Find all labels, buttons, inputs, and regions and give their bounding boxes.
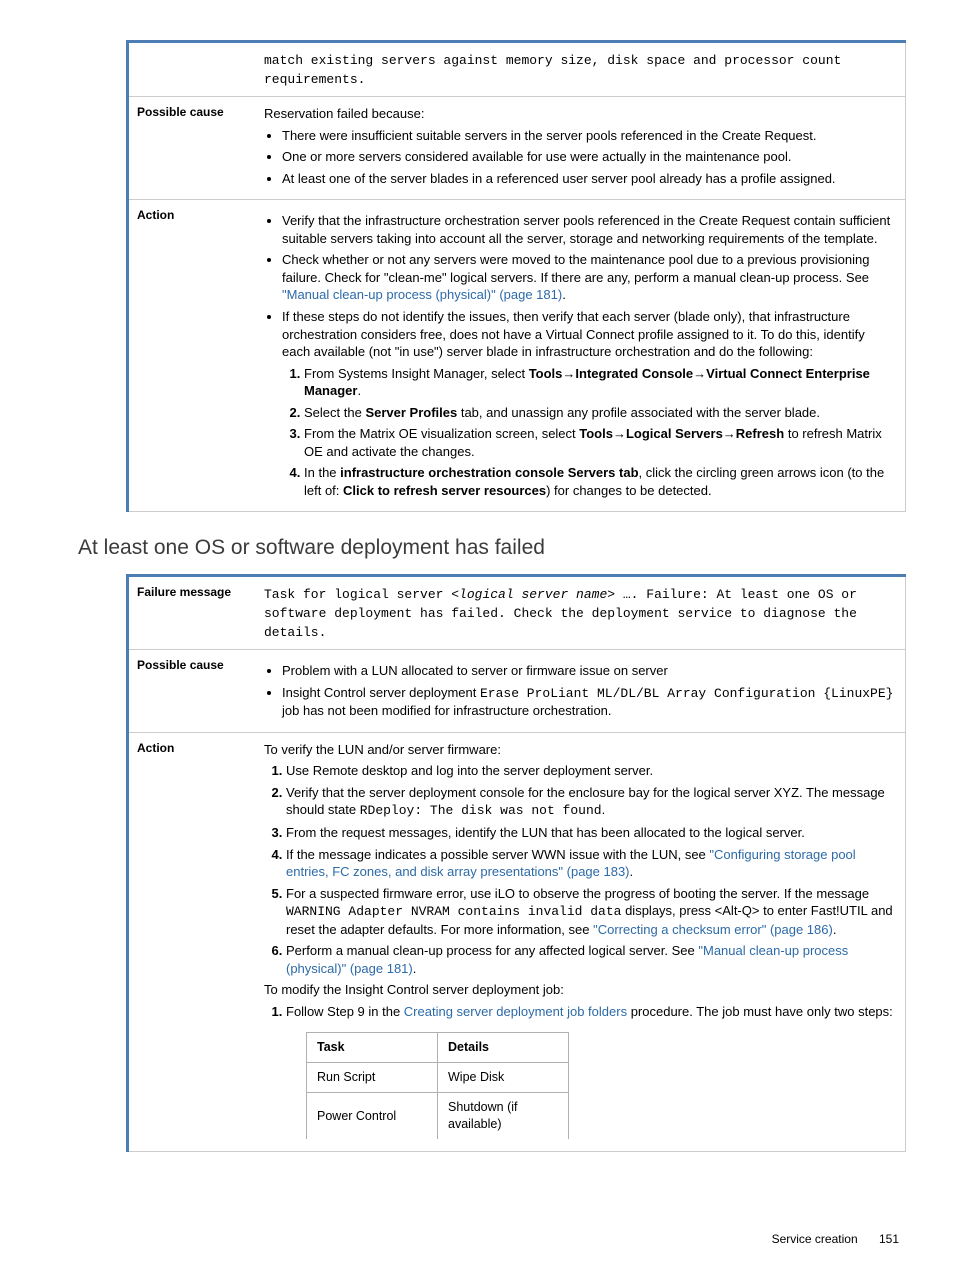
fm-pre: Task for logical server	[264, 587, 451, 602]
troubleshoot-table-1: match existing servers against memory si…	[126, 40, 906, 512]
action-bullet-2: Check whether or not any servers were mo…	[282, 251, 895, 304]
cause-intro: Reservation failed because:	[264, 105, 895, 123]
action-cell: Verify that the infrastructure orchestra…	[258, 200, 906, 512]
cause2-b2: Insight Control server deployment Erase …	[282, 684, 895, 720]
a2s5-code: WARNING Adapter NVRAM contains invalid d…	[286, 904, 621, 919]
action-bullet-3: If these steps do not identify the issue…	[282, 308, 895, 499]
s4-b2: Click to refresh server resources	[343, 483, 546, 498]
a2s6-pre: Perform a manual clean-up process for an…	[286, 943, 698, 958]
footer-page-number: 151	[879, 1232, 899, 1246]
a2s4-pre: If the message indicates a possible serv…	[286, 847, 709, 862]
s4-post: ) for changes to be detected.	[546, 483, 712, 498]
job-r1c2: Wipe Disk	[438, 1063, 569, 1093]
a2s2-post: .	[602, 802, 606, 817]
cause-bullet-3: At least one of the server blades in a r…	[282, 170, 895, 188]
a2-step-4: If the message indicates a possible serv…	[286, 846, 895, 881]
a2-step-3: From the request messages, identify the …	[286, 824, 895, 842]
action-step-1: From Systems Insight Manager, select Too…	[304, 365, 895, 400]
page: match existing servers against memory si…	[0, 0, 954, 1271]
ab3-text: If these steps do not identify the issue…	[282, 309, 865, 359]
s3-arr2: →	[723, 426, 736, 441]
job-steps-table: Task Details Run Script Wipe Disk Power …	[306, 1032, 569, 1139]
s3-b3: Refresh	[736, 426, 784, 441]
s1-pre: From Systems Insight Manager, select	[304, 366, 529, 381]
action-step-2: Select the Server Profiles tab, and unas…	[304, 404, 895, 422]
c2b2-post: job has not been modified for infrastruc…	[282, 703, 612, 718]
s3-b1: Tools	[579, 426, 613, 441]
action-label: Action	[128, 200, 259, 512]
a2s4-post: .	[630, 864, 634, 879]
action2-intro2: To modify the Insight Control server dep…	[264, 981, 895, 999]
s1-arr1: →	[562, 366, 575, 381]
a2s5-pre: For a suspected firmware error, use iLO …	[286, 886, 869, 901]
ab2-pre: Check whether or not any servers were mo…	[282, 252, 870, 285]
action-bullet-1: Verify that the infrastructure orchestra…	[282, 212, 895, 247]
section-heading: At least one OS or software deployment h…	[78, 536, 906, 560]
s1-post: .	[357, 383, 361, 398]
action2-intro1: To verify the LUN and/or server firmware…	[264, 741, 895, 759]
c2b2-code: Erase ProLiant ML/DL/BL Array Configurat…	[480, 686, 893, 701]
a2s6-post: .	[413, 961, 417, 976]
job-th-details: Details	[438, 1033, 569, 1063]
s3-b2: Logical Servers	[626, 426, 723, 441]
empty-label	[128, 42, 259, 97]
create-job-folders-link[interactable]: Creating server deployment job folders	[404, 1004, 627, 1019]
job-r1c1: Run Script	[307, 1063, 438, 1093]
s3-pre: From the Matrix OE visualization screen,…	[304, 426, 579, 441]
s3-arr1: →	[613, 426, 626, 441]
job-r2c1: Power Control	[307, 1093, 438, 1139]
cause-bullet-1: There were insufficient suitable servers…	[282, 127, 895, 145]
cause-bullet-2: One or more servers considered available…	[282, 148, 895, 166]
a2-step-2: Verify that the server deployment consol…	[286, 784, 895, 820]
s2-pre: Select the	[304, 405, 365, 420]
failure-message-cell: Task for logical server <logical server …	[258, 576, 906, 650]
fm-it: <logical server name>	[451, 587, 615, 602]
c2b2-pre: Insight Control server deployment	[282, 685, 480, 700]
manual-cleanup-link-1[interactable]: "Manual clean-up process (physical)" (pa…	[282, 287, 562, 302]
possible-cause-label-2: Possible cause	[128, 650, 259, 733]
a2-mod-step-1: Follow Step 9 in the Creating server dep…	[286, 1003, 895, 1139]
footer-section: Service creation	[772, 1232, 858, 1246]
a2m1-pre: Follow Step 9 in the	[286, 1004, 404, 1019]
s4-b: infrastructure orchestration console Ser…	[340, 465, 638, 480]
a2s5-post: .	[833, 922, 837, 937]
possible-cause-label: Possible cause	[128, 97, 259, 200]
prev-desc: match existing servers against memory si…	[264, 53, 841, 87]
cause2-b1: Problem with a LUN allocated to server o…	[282, 662, 895, 680]
s2-b: Server Profiles	[365, 405, 457, 420]
failure-message-label: Failure message	[128, 576, 259, 650]
action-step-4: In the infrastructure orchestration cons…	[304, 464, 895, 499]
desc-cell: match existing servers against memory si…	[258, 42, 906, 97]
s1-b1: Tools	[529, 366, 563, 381]
a2m1-post: procedure. The job must have only two st…	[627, 1004, 893, 1019]
job-r2c2: Shutdown (if available)	[438, 1093, 569, 1139]
a2s2-code: RDeploy: The disk was not found	[360, 803, 602, 818]
action-cell-2: To verify the LUN and/or server firmware…	[258, 732, 906, 1151]
job-th-task: Task	[307, 1033, 438, 1063]
a2-step-6: Perform a manual clean-up process for an…	[286, 942, 895, 977]
ab2-post: .	[562, 287, 566, 302]
s1-arr2: →	[693, 366, 706, 381]
possible-cause-cell-2: Problem with a LUN allocated to server o…	[258, 650, 906, 733]
s2-post: tab, and unassign any profile associated…	[457, 405, 820, 420]
action-label-2: Action	[128, 732, 259, 1151]
troubleshoot-table-2: Failure message Task for logical server …	[126, 574, 906, 1151]
a2-step-5: For a suspected firmware error, use iLO …	[286, 885, 895, 939]
s1-b2: Integrated Console	[575, 366, 693, 381]
possible-cause-cell: Reservation failed because: There were i…	[258, 97, 906, 200]
s4-pre: In the	[304, 465, 340, 480]
page-footer: Service creation 151	[772, 1232, 899, 1246]
action-step-3: From the Matrix OE visualization screen,…	[304, 425, 895, 460]
checksum-error-link[interactable]: "Correcting a checksum error" (page 186)	[593, 922, 833, 937]
a2-step-1: Use Remote desktop and log into the serv…	[286, 762, 895, 780]
